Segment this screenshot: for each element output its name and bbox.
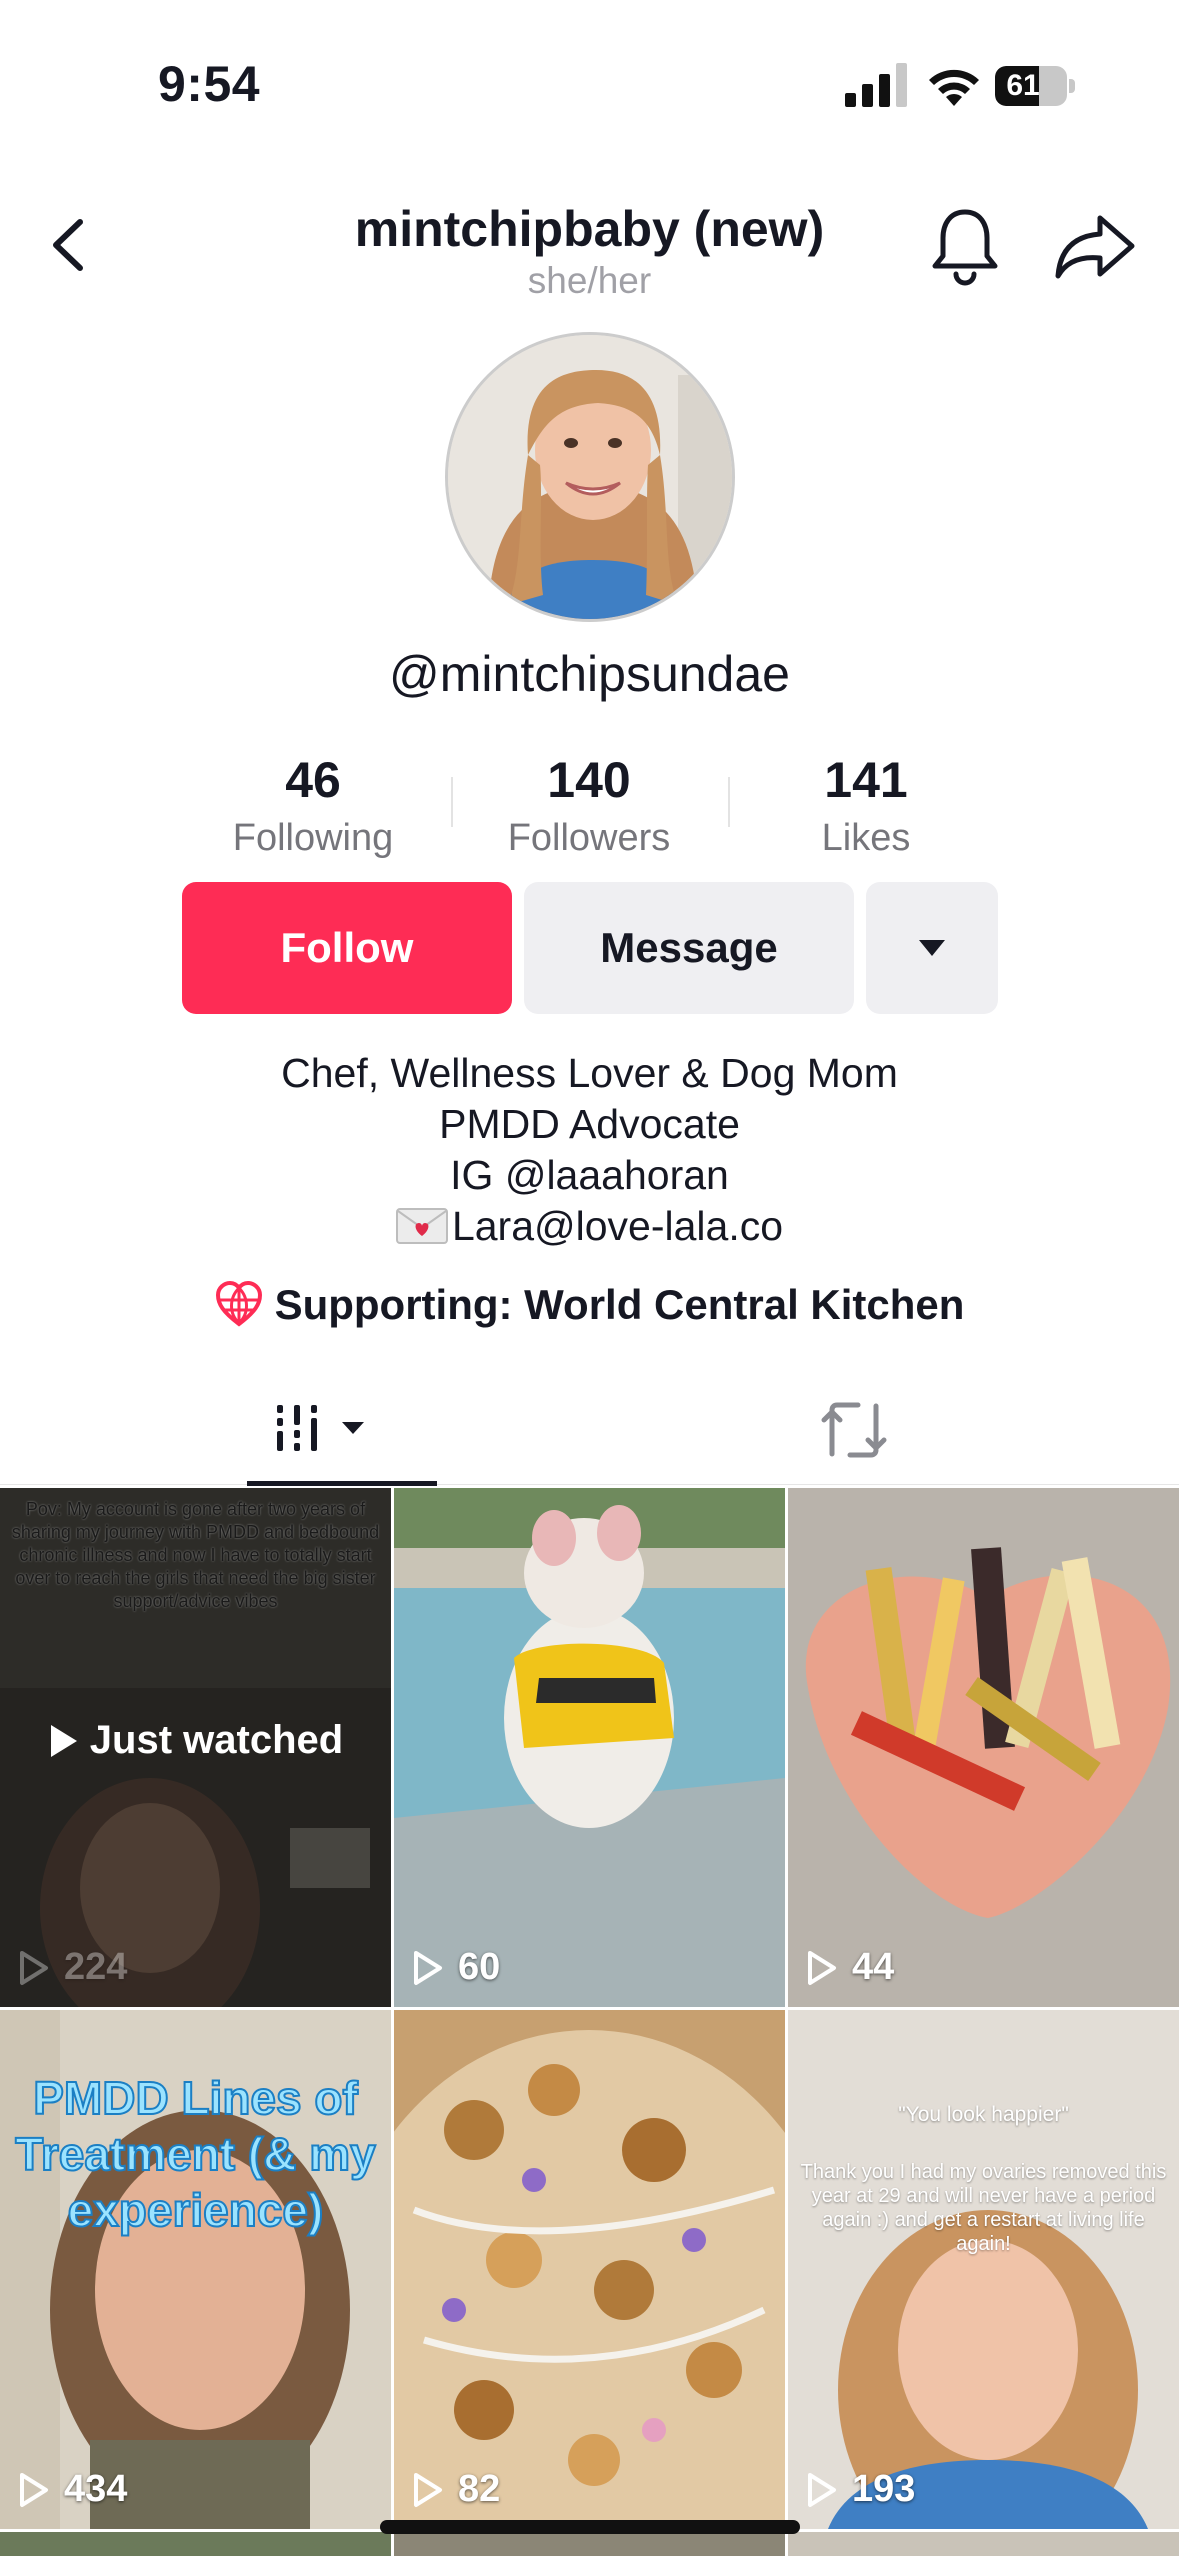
bio-email-line: Lara@love-lala.co (0, 1201, 1179, 1252)
follow-button[interactable]: Follow (182, 882, 512, 1014)
play-outline-icon (20, 2472, 48, 2507)
video-tile[interactable]: "You look happier" Thank you I had my ov… (788, 2010, 1179, 2529)
bell-icon[interactable] (925, 200, 1005, 290)
supporting-link[interactable]: Supporting: World Central Kitchen (0, 1277, 1179, 1332)
bio-email[interactable]: Lara@love-lala.co (452, 1203, 783, 1249)
love-letter-icon (395, 1208, 448, 1244)
video-tile[interactable]: Pov: My account is gone after two years … (0, 1488, 391, 2007)
battery-level: 61 (1006, 69, 1040, 102)
view-count-value: 44 (852, 1946, 895, 1988)
caret-down-icon (919, 940, 945, 956)
active-tab-indicator (247, 1481, 437, 1486)
video-thumbnail (394, 1488, 785, 2007)
tab-videos[interactable] (247, 1380, 437, 1486)
play-outline-icon (414, 2472, 442, 2507)
stat-value: 141 (824, 752, 908, 808)
video-caption: Pov: My account is gone after two years … (11, 1499, 380, 1611)
tab-reposts[interactable] (810, 1380, 900, 1485)
view-count: 44 (806, 1946, 894, 1989)
stat-label: Followers (507, 817, 671, 859)
stat-following[interactable]: 46 Following (175, 745, 451, 861)
status-bar: 9:54 61 (0, 0, 1179, 150)
view-count: 193 (806, 2468, 915, 2511)
share-arrow-icon[interactable] (1050, 210, 1140, 285)
bio-line: Chef, Wellness Lover & Dog Mom (281, 1050, 898, 1096)
view-count: 434 (18, 2468, 127, 2511)
just-watched-badge: Just watched (0, 1718, 391, 1763)
stat-label: Following (232, 817, 394, 859)
supporting-text: Supporting: World Central Kitchen (274, 1281, 965, 1328)
bio-line: PMDD Advocate (439, 1101, 740, 1147)
stat-label: Likes (821, 817, 911, 859)
just-watched-label: Just watched (89, 1718, 344, 1762)
repost-icon (821, 1402, 887, 1458)
profile-header: mintchipbaby (new) she/her (0, 180, 1179, 310)
video-tile[interactable]: 44 (788, 1488, 1179, 2007)
home-indicator[interactable] (380, 2520, 800, 2534)
signal-icon (845, 63, 907, 107)
wifi-icon (929, 69, 979, 106)
more-options-button[interactable] (866, 882, 998, 1014)
video-tile[interactable]: PMDD Lines of Treatment (& my experience… (0, 2010, 391, 2529)
video-thumbnail (394, 2010, 785, 2529)
status-time: 9:54 (158, 56, 261, 112)
message-button[interactable]: Message (524, 882, 854, 1014)
view-count: 60 (412, 1946, 500, 1989)
profile-stats: 46 Following 140 Followers 141 Likes (0, 745, 1179, 865)
video-thumbnail (788, 1488, 1179, 2007)
profile-username: @mintchipsundae (389, 646, 790, 702)
video-tile[interactable]: 82 (394, 2010, 785, 2529)
video-tile[interactable] (788, 2532, 1179, 2556)
view-count-value: 224 (64, 1946, 128, 1988)
view-count-value: 60 (458, 1946, 501, 1988)
stat-value: 140 (547, 752, 631, 808)
play-outline-icon (20, 1950, 48, 1985)
video-caption: Thank you I had my ovaries removed this … (800, 2161, 1167, 2255)
bio-line: IG @laaahoran (450, 1152, 729, 1198)
video-tile[interactable] (394, 2532, 785, 2556)
view-count-value: 434 (64, 2468, 128, 2510)
stat-followers[interactable]: 140 Followers (451, 745, 727, 861)
play-outline-icon (414, 1950, 442, 1985)
profile-bio: Chef, Wellness Lover & Dog Mom PMDD Advo… (0, 1048, 1179, 1252)
battery-icon: 61 (995, 66, 1075, 106)
heart-globe-icon (215, 1280, 262, 1327)
video-caption-title: "You look happier" (898, 2103, 1069, 2126)
profile-tabs (0, 1380, 1179, 1486)
view-count: 82 (412, 2468, 500, 2511)
view-count: 224 (18, 1946, 127, 1989)
video-grid: Pov: My account is gone after two years … (0, 1488, 1179, 2556)
play-icon (50, 1724, 77, 1757)
avatar[interactable] (445, 332, 735, 622)
video-caption: PMDD Lines of Treatment (& my experience… (14, 2071, 376, 2237)
view-count-value: 193 (852, 2468, 916, 2510)
play-outline-icon (808, 2472, 836, 2507)
view-count-value: 82 (458, 2468, 501, 2510)
video-tile[interactable] (0, 2532, 391, 2556)
video-grid-icon (277, 1405, 364, 1451)
stat-likes[interactable]: 141 Likes (728, 745, 1004, 861)
video-tile[interactable]: 60 (394, 1488, 785, 2007)
stat-value: 46 (285, 752, 341, 808)
video-thumbnail (788, 2010, 1179, 2529)
play-outline-icon (808, 1950, 836, 1985)
